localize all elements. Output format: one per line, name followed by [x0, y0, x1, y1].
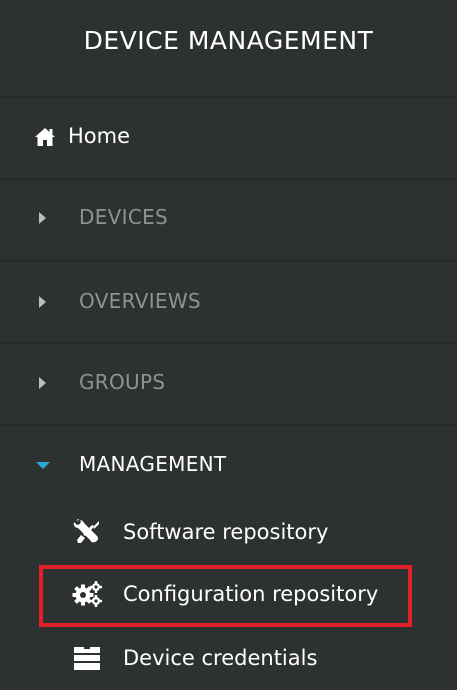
- caret-right-icon: [39, 296, 46, 308]
- nav-item-device-credentials-label: Device credentials: [123, 646, 318, 670]
- nav-item-configuration-repository[interactable]: Configuration repository: [0, 566, 457, 622]
- nav-section-overviews[interactable]: OVERVIEWS: [0, 262, 457, 342]
- nav-section-groups-label: GROUPS: [79, 370, 166, 394]
- caret-right-icon: [39, 377, 46, 389]
- nav-item-software-repository-label: Software repository: [123, 520, 329, 544]
- caret-right-icon: [39, 212, 46, 224]
- nav-item-software-repository[interactable]: Software repository: [0, 504, 457, 560]
- nav-section-management-label: MANAGEMENT: [79, 452, 227, 476]
- nav-section-groups[interactable]: GROUPS: [0, 343, 457, 423]
- caret-down-icon: [36, 462, 50, 469]
- nav-section-devices-label: DEVICES: [79, 205, 169, 229]
- wrench-screwdriver-icon: [73, 519, 99, 543]
- nav-item-configuration-repository-label: Configuration repository: [123, 582, 379, 606]
- nav-section-devices[interactable]: DEVICES: [0, 178, 457, 258]
- nav-section-management[interactable]: MANAGEMENT: [0, 425, 457, 505]
- nav-item-home-label: Home: [68, 124, 131, 148]
- nav-section-overviews-label: OVERVIEWS: [79, 289, 201, 313]
- nav-item-home[interactable]: Home: [0, 98, 457, 178]
- home-icon: [35, 128, 55, 146]
- app-title: DEVICE MANAGEMENT: [83, 25, 374, 55]
- sidebar: DEVICE MANAGEMENT Home DEVICES OVERVIEWS…: [0, 0, 457, 690]
- gears-icon: [72, 581, 102, 607]
- nav-item-device-credentials[interactable]: Device credentials: [0, 630, 457, 686]
- credentials-stack-icon: [74, 647, 100, 670]
